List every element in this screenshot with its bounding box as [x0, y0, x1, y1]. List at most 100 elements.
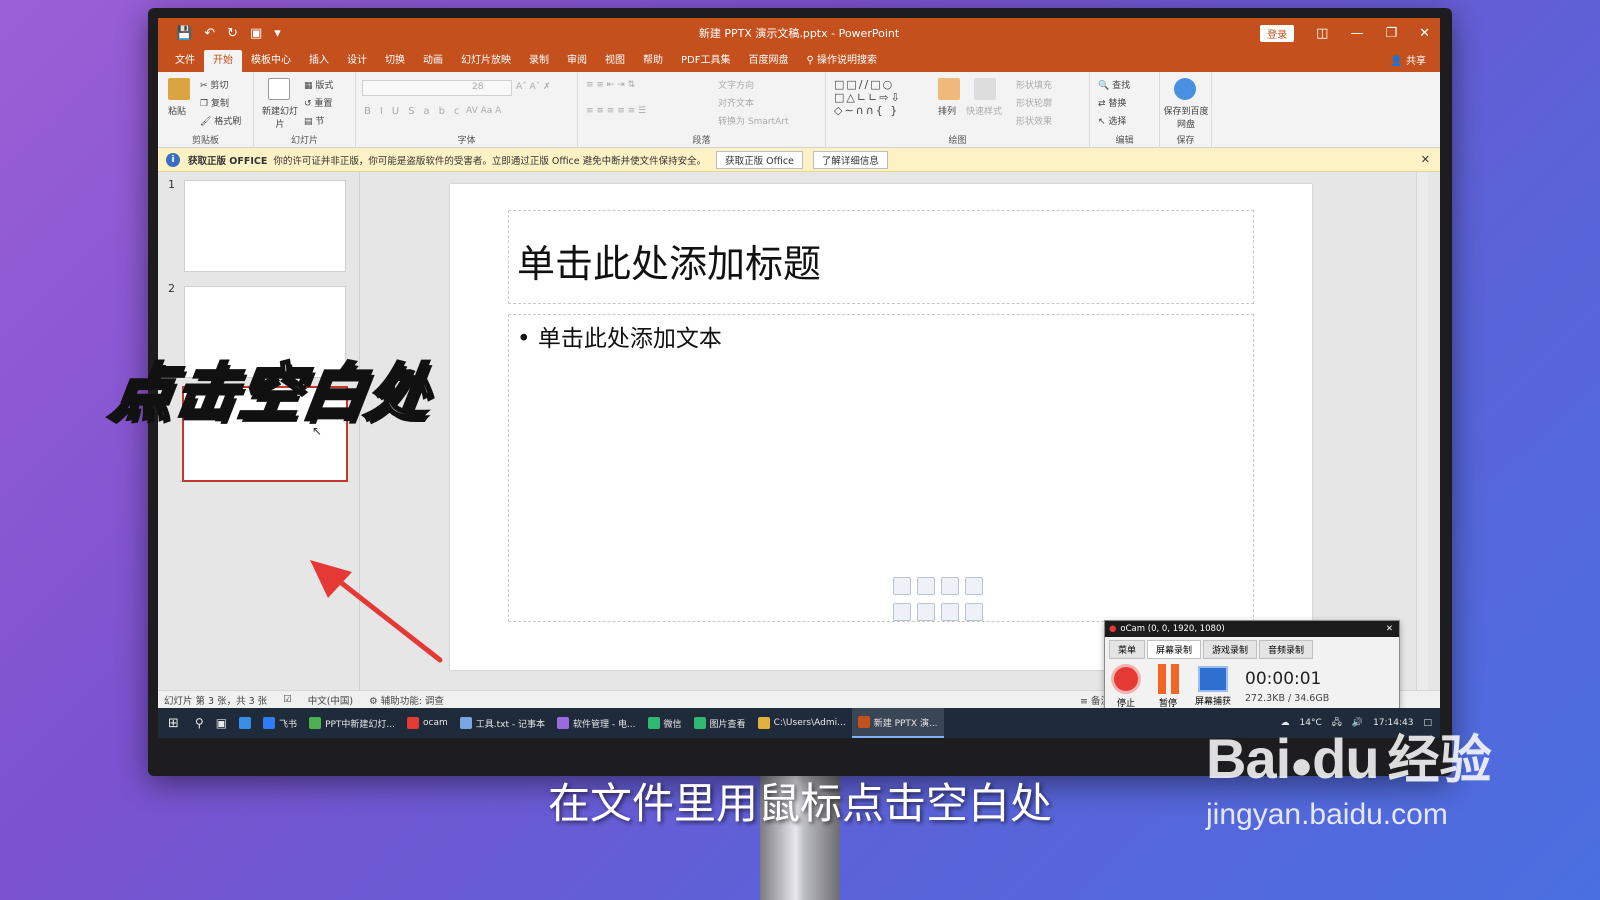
shape-outline-button[interactable]: 形状轮廓	[1016, 96, 1052, 109]
task-view-icon[interactable]: ▣	[210, 708, 233, 738]
spellcheck-icon[interactable]: ☑	[283, 694, 292, 705]
ocam-tab-audio-record[interactable]: 音频录制	[1259, 640, 1314, 659]
insert-icon-icon[interactable]	[965, 603, 983, 621]
char-spacing-icon[interactable]: AV Aa A	[466, 106, 501, 116]
font-grow-icon[interactable]: Aˆ Aˇ ✗	[516, 82, 551, 92]
slide-canvas[interactable]: 单击此处添加标题 • 单击此处添加文本	[450, 184, 1312, 670]
close-icon[interactable]: ✕	[1419, 26, 1430, 41]
taskbar-item-3[interactable]: 工具.txt - 记事本	[454, 708, 551, 738]
share-button[interactable]: 👤 共享	[1390, 52, 1426, 67]
paste-button[interactable]: 粘贴	[168, 104, 186, 117]
smartart-button[interactable]: 转换为 SmartArt	[718, 114, 788, 127]
tab-8[interactable]: 录制	[520, 50, 558, 72]
shapes-gallery[interactable]: □□∕∕□○ □△∟∟⇨⇩ ◇∼∩∩{ }	[834, 78, 902, 117]
tab-6[interactable]: 动画	[414, 50, 452, 72]
section-button[interactable]: ▤ 节	[304, 114, 324, 127]
ribbon: 粘贴 ✂ 剪切 ❐ 复制 🖌 格式刷 剪贴板 新建幻灯片 ▦ 版式 ↺ 重置 ▤…	[158, 72, 1440, 148]
new-slide-icon[interactable]	[268, 78, 290, 100]
insert-table-icon[interactable]	[893, 577, 911, 595]
select-button[interactable]: ↖ 选择	[1098, 114, 1126, 127]
taskbar-item-5[interactable]: 微信	[642, 708, 688, 738]
tell-me-search[interactable]: ⚲ 操作说明搜索	[797, 50, 886, 72]
ocam-stop-button[interactable]: 停止	[1111, 664, 1141, 709]
taskbar-item-4[interactable]: 软件管理 - 电...	[551, 708, 642, 738]
insert-picture-icon[interactable]	[893, 603, 911, 621]
text-direction-button[interactable]: 文字方向	[718, 78, 754, 91]
language-status[interactable]: 中文(中国)	[308, 693, 353, 707]
align-text-button[interactable]: 对齐文本	[718, 96, 754, 109]
tab-13[interactable]: 百度网盘	[739, 50, 797, 72]
accessibility-status[interactable]: ⚙ 辅助功能: 调查	[369, 693, 444, 707]
tab-7[interactable]: 幻灯片放映	[452, 50, 520, 72]
insert-3d-model-icon[interactable]	[965, 577, 983, 595]
title-placeholder[interactable]: 单击此处添加标题	[508, 210, 1254, 304]
login-button[interactable]: 登录	[1260, 24, 1295, 42]
ocam-tab-screen-record[interactable]: 屏幕录制	[1147, 640, 1202, 659]
tab-1[interactable]: 开始	[204, 50, 242, 72]
layout-button[interactable]: ▦ 版式	[304, 78, 333, 91]
tab-10[interactable]: 视图	[596, 50, 634, 72]
font-format-buttons[interactable]: BIUSabc	[364, 106, 468, 117]
quick-styles-button[interactable]: 快速样式	[966, 104, 1002, 117]
search-icon[interactable]: ⚲	[189, 708, 210, 738]
slide-thumbnail-1[interactable]	[184, 180, 346, 272]
overlay-caption: 点击空白处	[105, 355, 438, 431]
tab-0[interactable]: 文件	[166, 50, 204, 72]
paste-icon[interactable]	[168, 78, 190, 100]
arrange-icon[interactable]	[938, 78, 960, 100]
taskbar-item-2[interactable]: ocam	[401, 708, 454, 738]
body-placeholder-text: • 单击此处添加文本	[517, 326, 722, 352]
baidu-cloud-icon[interactable]	[1174, 78, 1196, 100]
arrange-button[interactable]: 排列	[938, 104, 956, 117]
taskbar-item-8[interactable]: 新建 PPTX 演...	[851, 708, 944, 738]
ocam-capture-button[interactable]: 屏幕捕获	[1195, 666, 1231, 707]
tab-9[interactable]: 审阅	[558, 50, 596, 72]
insert-smartart-icon[interactable]	[941, 577, 959, 595]
tab-12[interactable]: PDF工具集	[672, 50, 739, 72]
taskbar-item-6[interactable]: 图片查看	[688, 708, 752, 738]
watermark-brand: Bai●du	[1206, 727, 1380, 790]
tab-4[interactable]: 设计	[338, 50, 376, 72]
save-to-cloud-button[interactable]: 保存到百度网盘	[1162, 104, 1210, 130]
ocam-tab-menu[interactable]: 菜单	[1109, 640, 1146, 659]
select-label: 选择	[1108, 117, 1127, 127]
ocam-controls: 停止 暂停 屏幕捕获 00:00:01 272.3KB / 34.6GB	[1105, 662, 1399, 711]
format-painter-button[interactable]: 🖌 格式刷	[200, 114, 241, 127]
notice-close-icon[interactable]: ✕	[1421, 153, 1430, 166]
tab-2[interactable]: 模板中心	[242, 50, 300, 72]
start-icon[interactable]: ⊞	[158, 708, 189, 738]
body-placeholder[interactable]: • 单击此处添加文本	[508, 314, 1254, 622]
taskbar-item-7[interactable]: C:\Users\Admi...	[752, 708, 852, 738]
replace-button[interactable]: ⇄ 替换	[1098, 96, 1126, 109]
restore-icon[interactable]: ❐	[1385, 26, 1397, 41]
shape-fill-button[interactable]: 形状填充	[1016, 78, 1052, 91]
new-slide-button[interactable]: 新建幻灯片	[258, 104, 302, 130]
copy-button[interactable]: ❐ 复制	[200, 96, 229, 109]
taskbar-item-0[interactable]: 飞书	[257, 708, 303, 738]
insert-chart-icon[interactable]	[917, 577, 935, 595]
taskbar-item-1[interactable]: PPT中新建幻灯...	[303, 708, 401, 738]
ocam-title-bar: ● oCam (0, 0, 1920, 1080) ✕	[1105, 621, 1399, 637]
reset-button[interactable]: ↺ 重置	[304, 96, 332, 109]
tab-11[interactable]: 帮助	[634, 50, 672, 72]
widget-icon[interactable]	[233, 708, 257, 738]
cut-button[interactable]: ✂ 剪切	[200, 78, 228, 91]
find-button[interactable]: 🔍 查找	[1098, 78, 1130, 91]
ribbon-display-icon[interactable]: ◫	[1316, 26, 1328, 41]
learn-more-button[interactable]: 了解详细信息	[812, 150, 888, 169]
get-office-button[interactable]: 获取正版 Office	[716, 150, 803, 169]
tab-5[interactable]: 切换	[376, 50, 414, 72]
ocam-pause-button[interactable]: 暂停	[1155, 664, 1181, 709]
quick-styles-icon[interactable]	[974, 78, 996, 100]
vertical-scrollbar[interactable]	[1416, 172, 1428, 690]
tab-3[interactable]: 插入	[300, 50, 338, 72]
font-size-select[interactable]: 28	[468, 80, 508, 96]
align-icons[interactable]: ≡ ≡ ≡ ≡ ≡ ☰	[586, 106, 646, 116]
minimize-icon[interactable]: —	[1350, 26, 1363, 41]
insert-video-icon[interactable]	[941, 603, 959, 621]
ocam-close-icon[interactable]: ✕	[1386, 624, 1393, 634]
bullets-icon[interactable]: ≡ ≡ ⇤ ⇥ ⇅	[586, 80, 635, 90]
insert-online-picture-icon[interactable]	[917, 603, 935, 621]
ocam-tab-game-record[interactable]: 游戏录制	[1203, 640, 1258, 659]
shape-effects-button[interactable]: 形状效果	[1016, 114, 1052, 127]
